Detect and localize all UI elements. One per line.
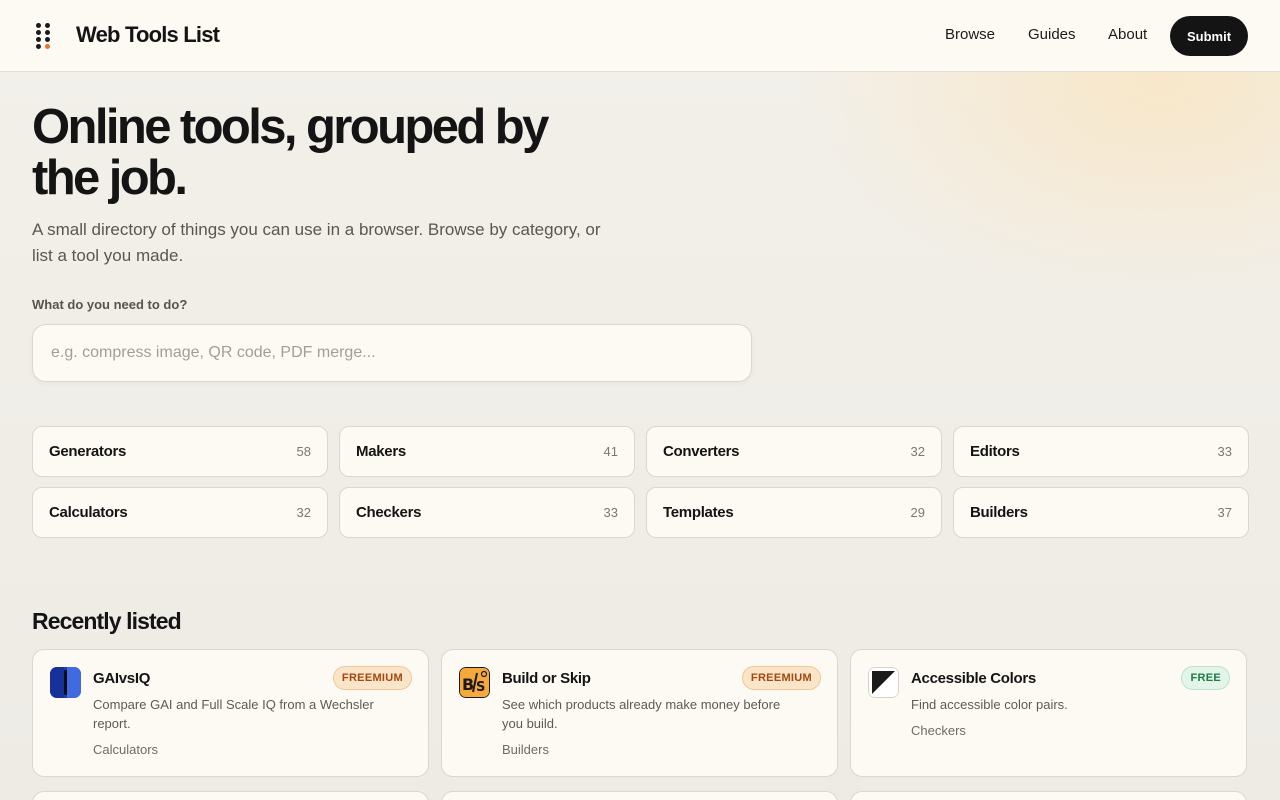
tool-card-partial[interactable]: [32, 791, 429, 800]
category-name: Converters: [663, 443, 740, 460]
category-card-makers[interactable]: Makers 41: [339, 426, 635, 477]
brand-name[interactable]: Web Tools List: [76, 22, 220, 48]
hero-subtitle: A small directory of things you can use …: [32, 220, 601, 265]
nav-guides-link[interactable]: Guides: [1028, 26, 1076, 43]
tool-card-gaivsiq[interactable]: GAIvsIQ FREEMIUM Compare GAI and Full Sc…: [32, 649, 429, 777]
category-count: 58: [296, 444, 311, 459]
category-name: Checkers: [356, 504, 422, 521]
category-count: 33: [603, 505, 618, 520]
recent-tools-grid: GAIvsIQ FREEMIUM Compare GAI and Full Sc…: [32, 649, 1248, 800]
pricing-badge: FREEMIUM: [741, 666, 821, 690]
tool-name: GAIvsIQ: [93, 670, 151, 687]
gaivsiq-logo-icon: [50, 667, 81, 698]
category-card-calculators[interactable]: Calculators 32: [32, 487, 328, 538]
recently-listed-heading: Recently listed: [32, 608, 182, 634]
category-card-checkers[interactable]: Checkers 33: [339, 487, 635, 538]
tool-card-partial[interactable]: [850, 791, 1247, 800]
category-name: Makers: [356, 443, 406, 460]
category-grid: Generators 58 Makers 41 Converters 32 Ed…: [32, 426, 1249, 538]
category-card-converters[interactable]: Converters 32: [646, 426, 942, 477]
hero-title: Online tools, grouped by the job.: [32, 100, 549, 205]
category-count: 32: [910, 444, 925, 459]
submit-button[interactable]: Submit: [1170, 16, 1248, 56]
tool-card-partial[interactable]: [441, 791, 838, 800]
category-card-editors[interactable]: Editors 33: [953, 426, 1249, 477]
category-count: 33: [1217, 444, 1232, 459]
category-name: Templates: [663, 504, 734, 521]
category-name: Editors: [970, 443, 1020, 460]
category-card-templates[interactable]: Templates 29: [646, 487, 942, 538]
category-count: 37: [1217, 505, 1232, 520]
svg-text:S: S: [476, 680, 485, 695]
category-card-builders[interactable]: Builders 37: [953, 487, 1249, 538]
tool-card-build-or-skip[interactable]: B S Build or Skip FREEMIUM See which pro…: [441, 649, 838, 777]
category-name: Builders: [970, 504, 1028, 521]
category-count: 29: [910, 505, 925, 520]
search-input[interactable]: [32, 324, 752, 382]
brand-logo-icon[interactable]: [34, 23, 54, 51]
tool-category[interactable]: Calculators: [93, 742, 158, 757]
category-count: 41: [603, 444, 618, 459]
category-name: Calculators: [49, 504, 128, 521]
nav-browse-link[interactable]: Browse: [945, 26, 995, 43]
category-count: 32: [296, 505, 311, 520]
tool-card-accessible-colors[interactable]: Accessible Colors FREE Find accessible c…: [850, 649, 1247, 777]
tool-description: See which products already make money be…: [502, 697, 781, 731]
category-name: Generators: [49, 443, 127, 460]
search-label: What do you need to do?: [32, 297, 188, 312]
tool-name: Accessible Colors: [911, 670, 1036, 687]
accessible-colors-logo-icon: [868, 667, 899, 698]
pricing-badge: FREE: [1181, 666, 1230, 690]
tool-category[interactable]: Builders: [502, 742, 549, 757]
tool-category[interactable]: Checkers: [911, 723, 966, 738]
top-navigation-bar: Web Tools List Browse Guides About Submi…: [0, 0, 1280, 72]
nav-about-link[interactable]: About: [1108, 26, 1147, 43]
pricing-badge: FREEMIUM: [332, 666, 412, 690]
tool-name: Build or Skip: [502, 670, 591, 687]
category-card-generators[interactable]: Generators 58: [32, 426, 328, 477]
tool-description: Find accessible color pairs.: [911, 697, 1068, 712]
build-or-skip-logo-icon: B S: [459, 667, 490, 698]
tool-description: Compare GAI and Full Scale IQ from a Wec…: [93, 697, 374, 731]
